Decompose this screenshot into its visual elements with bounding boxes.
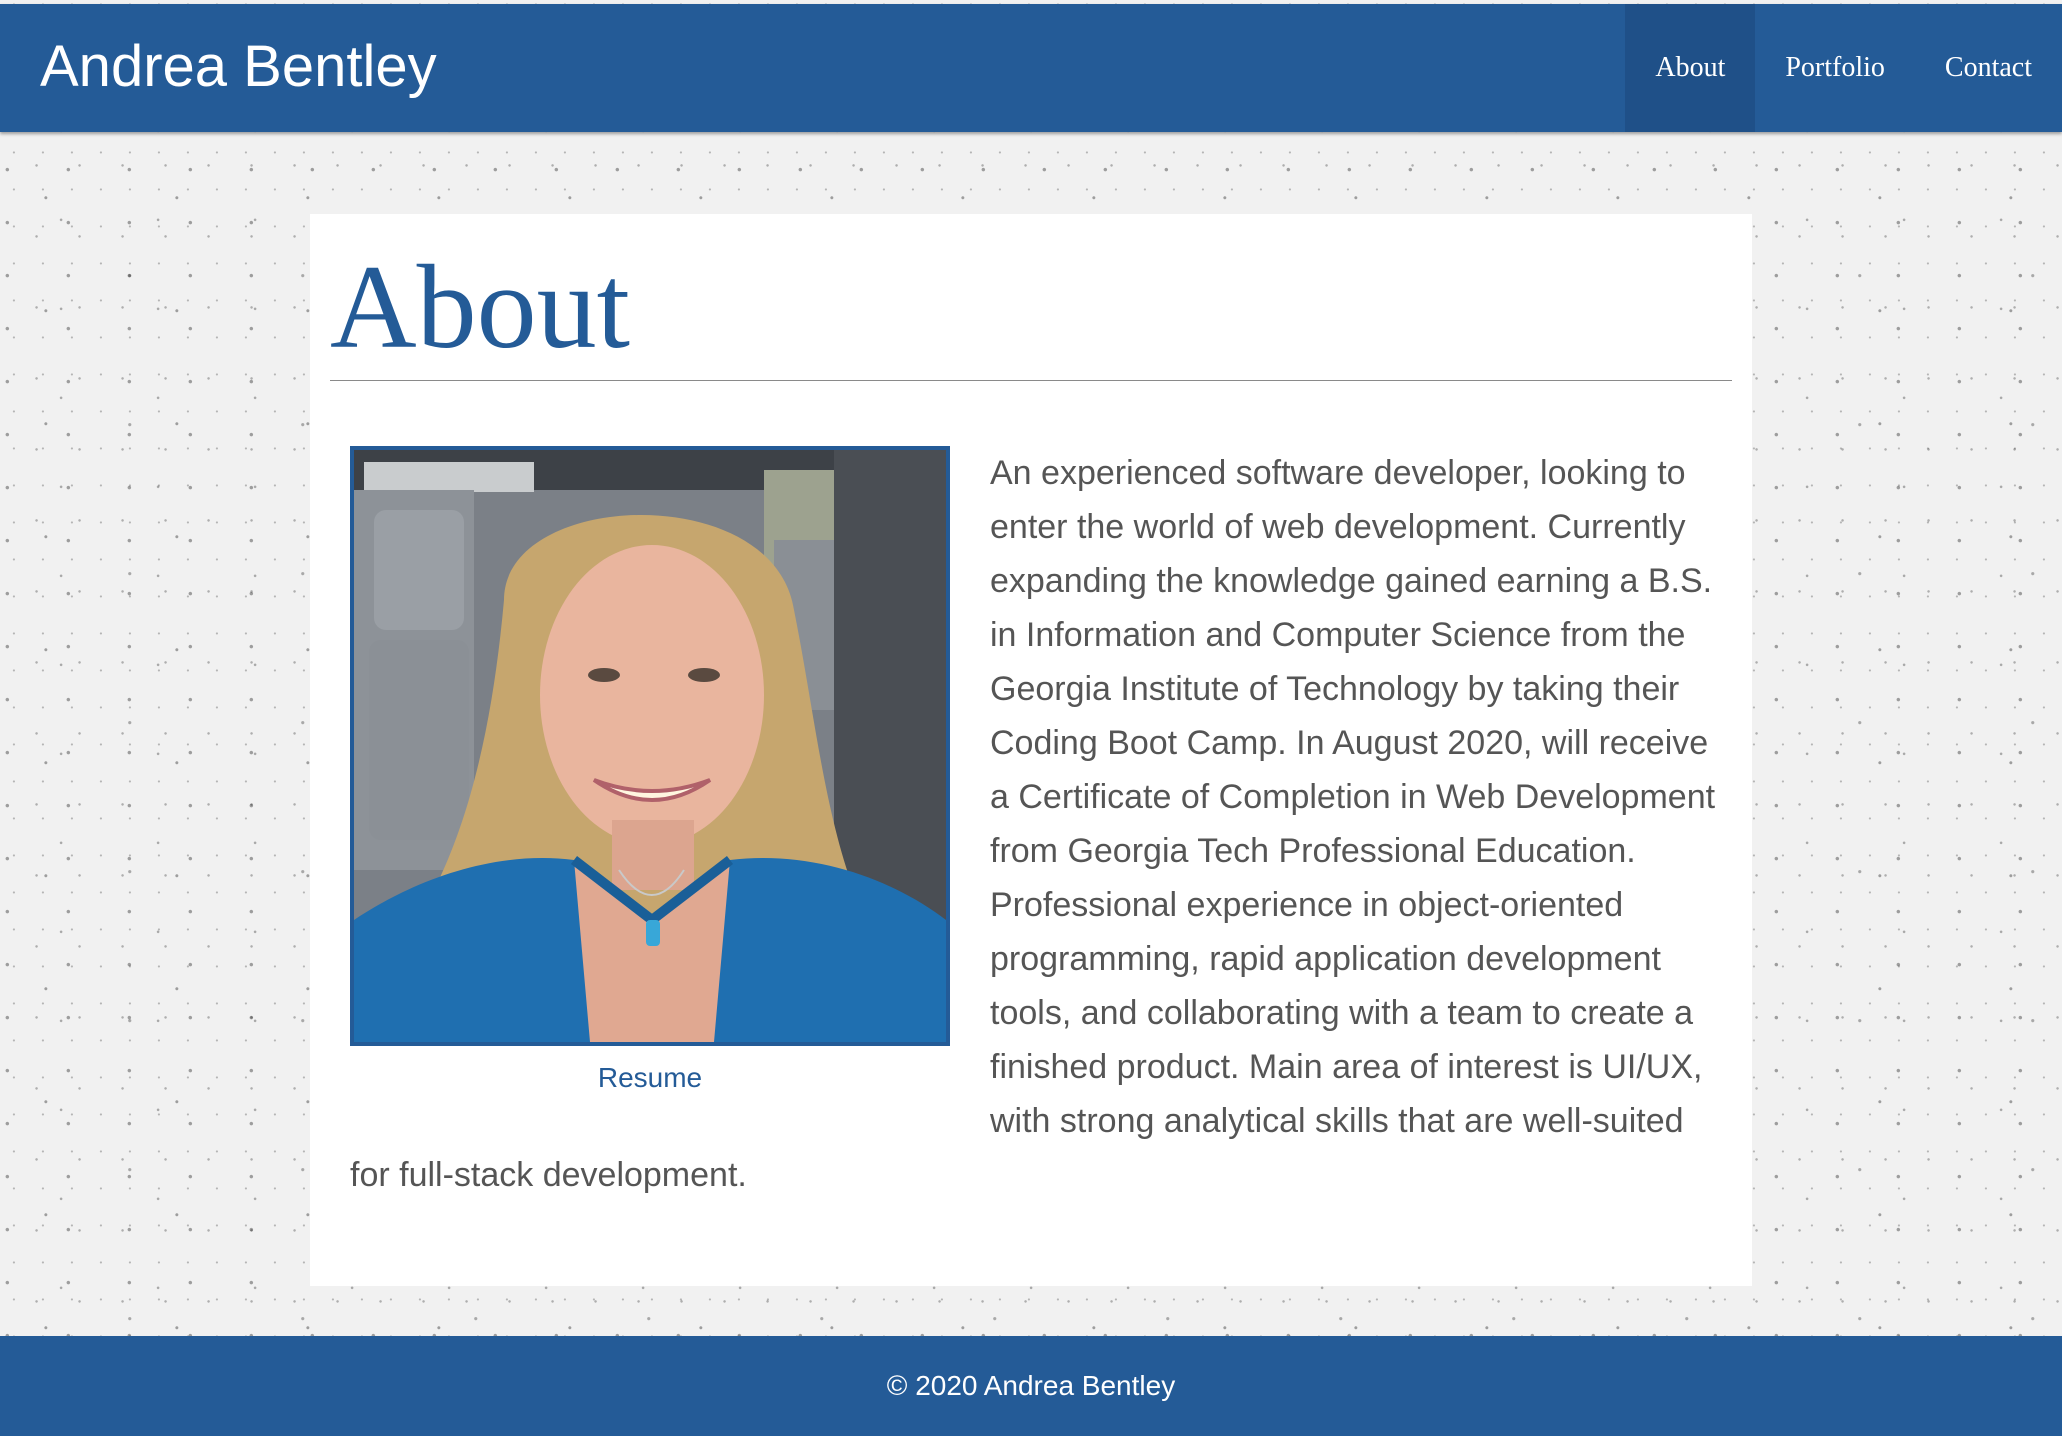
profile-photo	[350, 446, 950, 1046]
page-title: About	[330, 240, 630, 373]
main-nav: About Portfolio Contact	[1625, 4, 2062, 132]
about-card: About Resume An experienced software dev…	[310, 214, 1752, 1286]
profile-figure: Resume	[350, 446, 950, 1103]
footer-copyright: © 2020 Andrea Bentley	[886, 1370, 1176, 1401]
nav-item-contact[interactable]: Contact	[1915, 4, 2062, 132]
navbar: Andrea Bentley About Portfolio Contact	[0, 4, 2062, 132]
nav-item-about[interactable]: About	[1625, 4, 1756, 132]
profile-photo-image	[354, 450, 946, 1042]
footer: © 2020 Andrea Bentley	[0, 1336, 2062, 1436]
brand-name[interactable]: Andrea Bentley	[40, 34, 437, 100]
title-divider	[330, 380, 1732, 381]
nav-item-portfolio[interactable]: Portfolio	[1755, 4, 1915, 132]
resume-link[interactable]: Resume	[598, 1060, 702, 1096]
about-content: Resume An experienced software developer…	[350, 446, 1720, 1202]
